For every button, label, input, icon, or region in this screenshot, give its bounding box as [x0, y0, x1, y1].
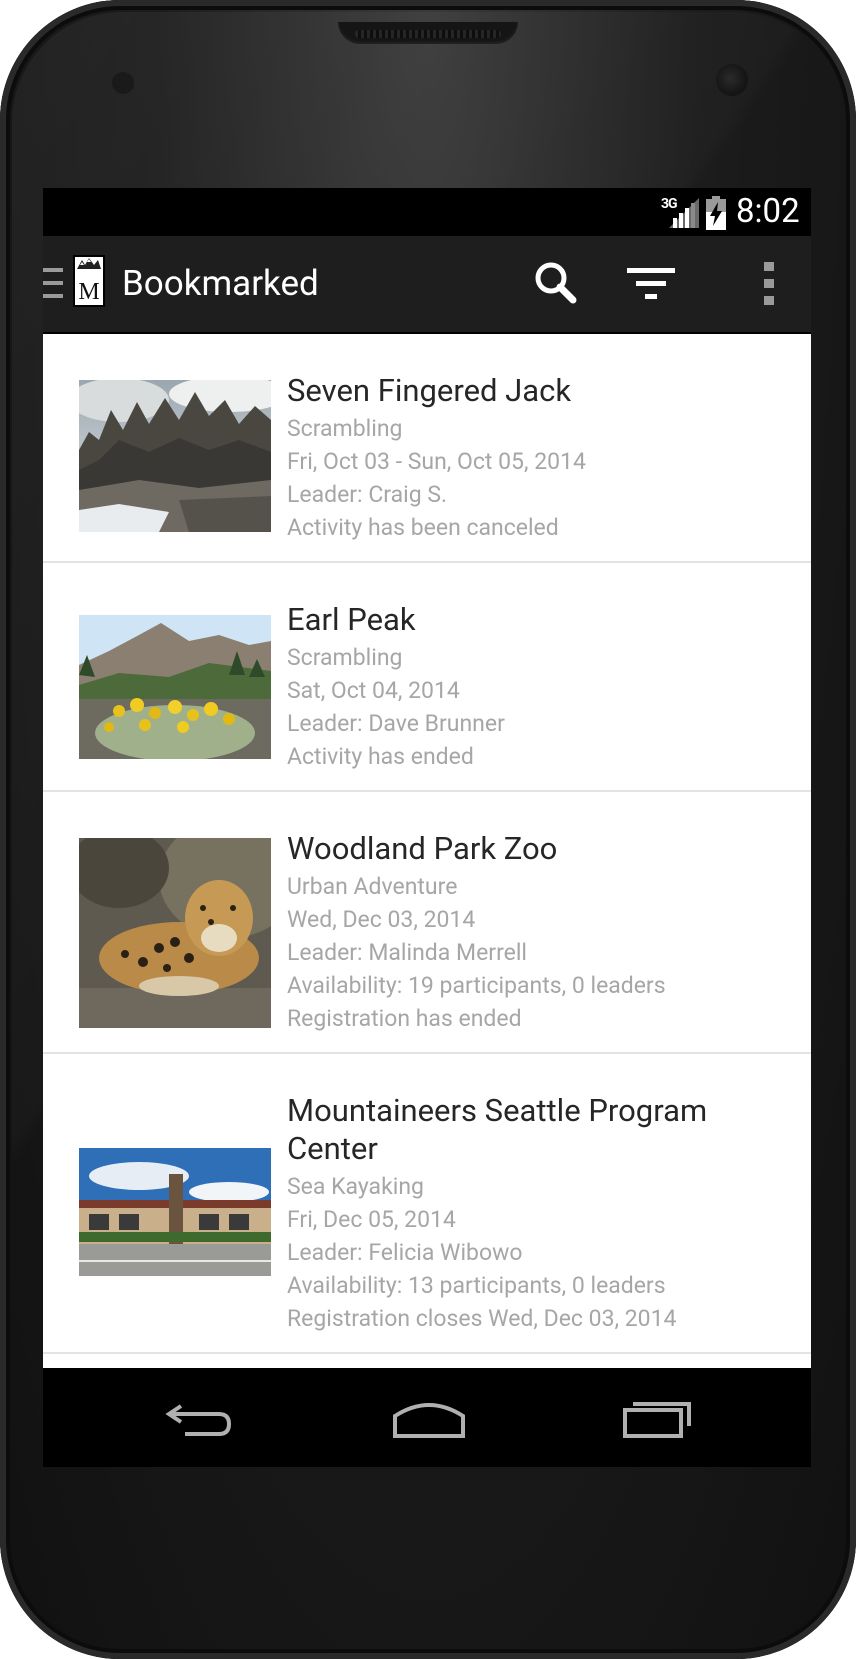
system-navigation-bar [43, 1368, 811, 1467]
proximity-sensor [112, 72, 134, 94]
activity-title: Earl Peak [287, 601, 416, 638]
battery-charging-icon [706, 196, 726, 230]
front-camera [716, 64, 748, 96]
list-item[interactable]: Woodland Park Zoo Urban Adventure Wed, D… [43, 792, 811, 1054]
list-item[interactable]: Earl Peak Scrambling Sat, Oct 04, 2014 L… [43, 563, 811, 792]
activity-thumbnail [79, 380, 271, 532]
activity-dates: Wed, Dec 03, 2014 [287, 906, 476, 933]
activity-availability: Availability: 13 participants, 0 leaders [287, 1272, 666, 1299]
speaker-grill [355, 30, 501, 38]
filter-icon[interactable] [623, 256, 679, 312]
activity-dates: Fri, Oct 03 - Sun, Oct 05, 2014 [287, 448, 586, 475]
activity-leader: Leader: Felicia Wibowo [287, 1239, 523, 1266]
status-bar: 3G 8:02 [43, 188, 811, 236]
activity-details: Earl Peak Scrambling Sat, Oct 04, 2014 L… [287, 601, 787, 773]
recent-apps-icon[interactable] [619, 1392, 699, 1442]
activity-leader: Leader: Malinda Merrell [287, 939, 528, 966]
activity-status: Registration has ended [287, 1005, 522, 1032]
clock: 8:02 [736, 192, 800, 231]
list-item[interactable]: Mountaineers Seattle Program Center Sea … [43, 1054, 811, 1354]
activity-leader: Leader: Dave Brunner [287, 710, 505, 737]
screen: 3G 8:02 M Bookmarked Seven Fingered Jack… [43, 188, 811, 1467]
home-icon[interactable] [389, 1392, 469, 1442]
activity-status: Registration closes Wed, Dec 03, 2014 [287, 1305, 677, 1332]
action-bar: M Bookmarked [43, 236, 811, 334]
activity-category: Scrambling [287, 644, 403, 671]
activity-dates: Fri, Dec 05, 2014 [287, 1206, 456, 1233]
phone-frame: 3G 8:02 M Bookmarked Seven Fingered Jack… [0, 0, 856, 1659]
activity-availability: Availability: 19 participants, 0 leaders [287, 972, 666, 999]
page-title: Bookmarked [122, 263, 319, 304]
bookmarked-activity-list: Seven Fingered Jack Scrambling Fri, Oct … [43, 334, 811, 1368]
activity-title: Woodland Park Zoo [287, 830, 558, 867]
activity-details: Woodland Park Zoo Urban Adventure Wed, D… [287, 830, 787, 1035]
activity-category: Urban Adventure [287, 873, 458, 900]
activity-thumbnail [79, 1148, 271, 1276]
activity-details: Seven Fingered Jack Scrambling Fri, Oct … [287, 372, 787, 544]
activity-category: Scrambling [287, 415, 403, 442]
activity-title: Mountaineers Seattle Program Center [287, 1092, 708, 1167]
svg-text:M: M [78, 279, 99, 305]
activity-details: Mountaineers Seattle Program Center Sea … [287, 1092, 787, 1335]
activity-category: Sea Kayaking [287, 1173, 424, 1200]
activity-title: Seven Fingered Jack [287, 372, 572, 409]
activity-status: Activity has ended [287, 743, 474, 770]
drawer-icon[interactable] [43, 266, 65, 300]
back-icon[interactable] [161, 1392, 241, 1442]
activity-dates: Sat, Oct 04, 2014 [287, 677, 460, 704]
overflow-menu-icon[interactable] [755, 256, 785, 312]
activity-thumbnail [79, 838, 271, 1028]
mountaineers-logo[interactable]: M [73, 255, 105, 307]
search-icon[interactable] [527, 256, 583, 312]
activity-thumbnail [79, 615, 271, 759]
activity-leader: Leader: Craig S. [287, 481, 448, 508]
activity-status: Activity has been canceled [287, 514, 559, 541]
network-type-label: 3G [661, 196, 678, 212]
list-item[interactable]: Seven Fingered Jack Scrambling Fri, Oct … [43, 334, 811, 563]
